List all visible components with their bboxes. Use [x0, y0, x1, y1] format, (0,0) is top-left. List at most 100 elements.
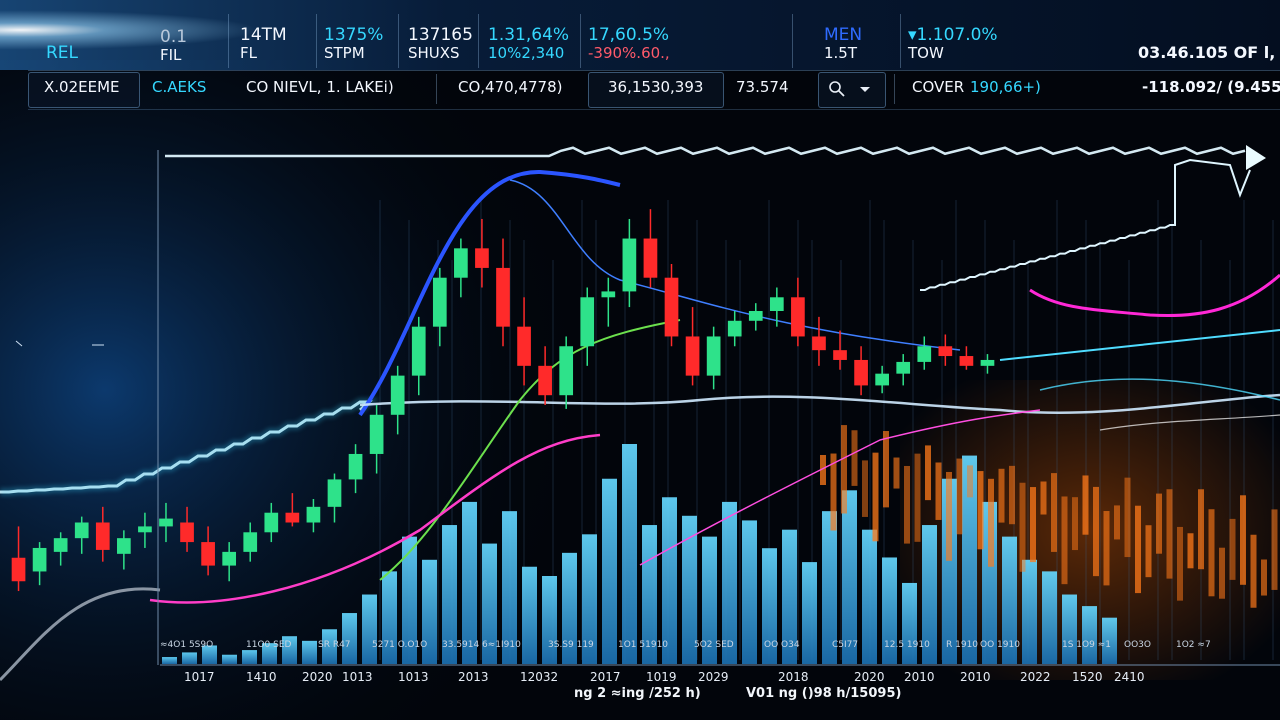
candle-body	[348, 453, 363, 480]
orange-bar	[872, 452, 879, 542]
orange-bar	[1072, 497, 1078, 551]
orange-bar	[1135, 505, 1141, 594]
orange-bar	[1114, 505, 1120, 540]
toolbar-item-9[interactable]: -118.092/ (9.455	[1142, 78, 1280, 96]
volume-bar	[742, 520, 757, 664]
candle-body	[854, 359, 868, 386]
volume-bar	[522, 566, 537, 664]
orange-bar	[1145, 525, 1152, 578]
x-tick-label: 2010	[960, 670, 991, 684]
ticker-cell-10[interactable]: 03.46.105 OF l, ⊟	[1138, 44, 1280, 62]
orange-bar	[935, 462, 942, 520]
orange-bar	[1040, 481, 1047, 515]
ticker-top: 137165	[408, 25, 473, 45]
candle-body	[748, 311, 763, 321]
inner-tick-label: 33.5914	[442, 640, 480, 650]
search-icon[interactable]	[828, 80, 846, 98]
ticker-bottom: -390%.60.,	[588, 44, 670, 62]
candle-body	[117, 538, 131, 554]
divider	[900, 14, 901, 68]
orange-bar	[851, 430, 858, 486]
ticker-cell-3[interactable]: 14TM FL	[240, 26, 287, 62]
orange-bar	[1009, 465, 1015, 525]
candle-body	[601, 291, 616, 298]
volume-bar	[382, 571, 397, 664]
inner-tick-label: 5O2 SED	[694, 640, 734, 650]
candle-body	[812, 336, 826, 351]
ticker-cell-4[interactable]: 1375% STPM	[324, 26, 383, 62]
inner-tick-label: 1S 1O9 ≈1	[1062, 640, 1111, 650]
candle-body	[875, 373, 889, 386]
x-tick-label: 2017	[590, 670, 621, 684]
orange-bar	[1198, 489, 1204, 570]
ticker-top: MEN	[824, 25, 863, 45]
x-tick-label: 2410	[1114, 670, 1145, 684]
toolbar-item-6[interactable]: 73.574	[736, 78, 789, 96]
toolbar-item-2[interactable]: C.AEKS	[152, 78, 206, 96]
orange-bar	[1156, 493, 1162, 554]
candle-body	[74, 522, 89, 539]
ticker-bottom: FL	[240, 44, 257, 62]
x-tick-label: 2020	[302, 670, 333, 684]
ticker-top: ▾1.107.0%	[908, 25, 998, 45]
candle-body	[306, 506, 321, 523]
ticker-top: 1.31,64%	[488, 25, 570, 45]
orange-bar	[1061, 496, 1068, 585]
candle-body	[159, 518, 173, 527]
candle-body	[243, 532, 258, 552]
orange-bar	[1261, 559, 1267, 596]
candle-body	[475, 248, 489, 268]
volume-bar	[1082, 606, 1097, 664]
x-tick-label: 1013	[342, 670, 373, 684]
candle-body	[411, 326, 426, 376]
volume-bar	[182, 652, 197, 664]
chevron-down-icon[interactable]	[858, 84, 872, 94]
orange-bar	[1082, 475, 1089, 535]
orange-bar	[1219, 547, 1225, 599]
inner-tick-label: 1O1 51910	[618, 640, 669, 650]
volume-bar	[1022, 559, 1037, 664]
volume-bar	[662, 497, 677, 664]
toolbar-item-8[interactable]: 190,66+)	[970, 78, 1041, 96]
volume-bar	[862, 529, 877, 664]
orange-bar	[1030, 487, 1036, 563]
divider	[580, 14, 581, 68]
candle-body	[222, 551, 237, 566]
candle-body	[327, 479, 342, 507]
inner-tick-label: OO O34	[764, 640, 800, 650]
orange-bar	[1103, 511, 1110, 586]
ticker-cell-5[interactable]: 137165 SHUXS	[408, 26, 473, 62]
orange-bar	[977, 471, 984, 550]
toolbar-item-4[interactable]: CO,470,4778)	[458, 78, 562, 96]
candle-body	[685, 336, 700, 376]
orange-bar	[1229, 518, 1236, 580]
volume-bar	[1062, 594, 1077, 664]
orange-bar	[914, 453, 921, 542]
toolbar-item-1[interactable]: X.02EEME	[44, 78, 120, 96]
ticker-top: REL	[46, 43, 79, 63]
x-tick-label: 2029	[698, 670, 729, 684]
ticker-cell-6[interactable]: 1.31,64% 10%2,340	[488, 26, 569, 62]
toolbar-item-7[interactable]: COVER	[912, 78, 964, 96]
toolbar-item-3[interactable]: CO NIEVL, 1. LAKEi)	[246, 78, 394, 96]
orange-bar	[904, 465, 910, 544]
candle-body	[980, 359, 995, 366]
volume-bar	[802, 562, 817, 664]
ticker-cell-2[interactable]: 0.1 FIL	[160, 28, 187, 64]
bottom-label-1: ng 2 ≈ing /252 h)	[574, 686, 701, 701]
candle-body	[959, 356, 974, 366]
orange-bar	[1019, 482, 1026, 572]
candle-body	[496, 267, 510, 327]
ticker-cell-7[interactable]: 17,60.5% -390%.60.,	[588, 26, 670, 62]
volume-bar	[302, 640, 317, 664]
ticker-cell-8[interactable]: MEN 1.5T	[824, 26, 862, 62]
candle-body	[201, 542, 215, 566]
candle-body	[622, 238, 637, 292]
ticker-top: 14TM	[240, 25, 287, 45]
x-tick-label: 1520	[1072, 670, 1103, 684]
orange-bar	[1166, 489, 1173, 579]
inner-tick-label: ≈4O1 5S9O	[160, 640, 214, 650]
toolbar-item-5[interactable]: 36,1530,393	[608, 78, 703, 96]
ticker-cell-9[interactable]: ▾1.107.0% TOW	[908, 26, 998, 62]
ticker-cell-1[interactable]: REL	[46, 44, 78, 62]
